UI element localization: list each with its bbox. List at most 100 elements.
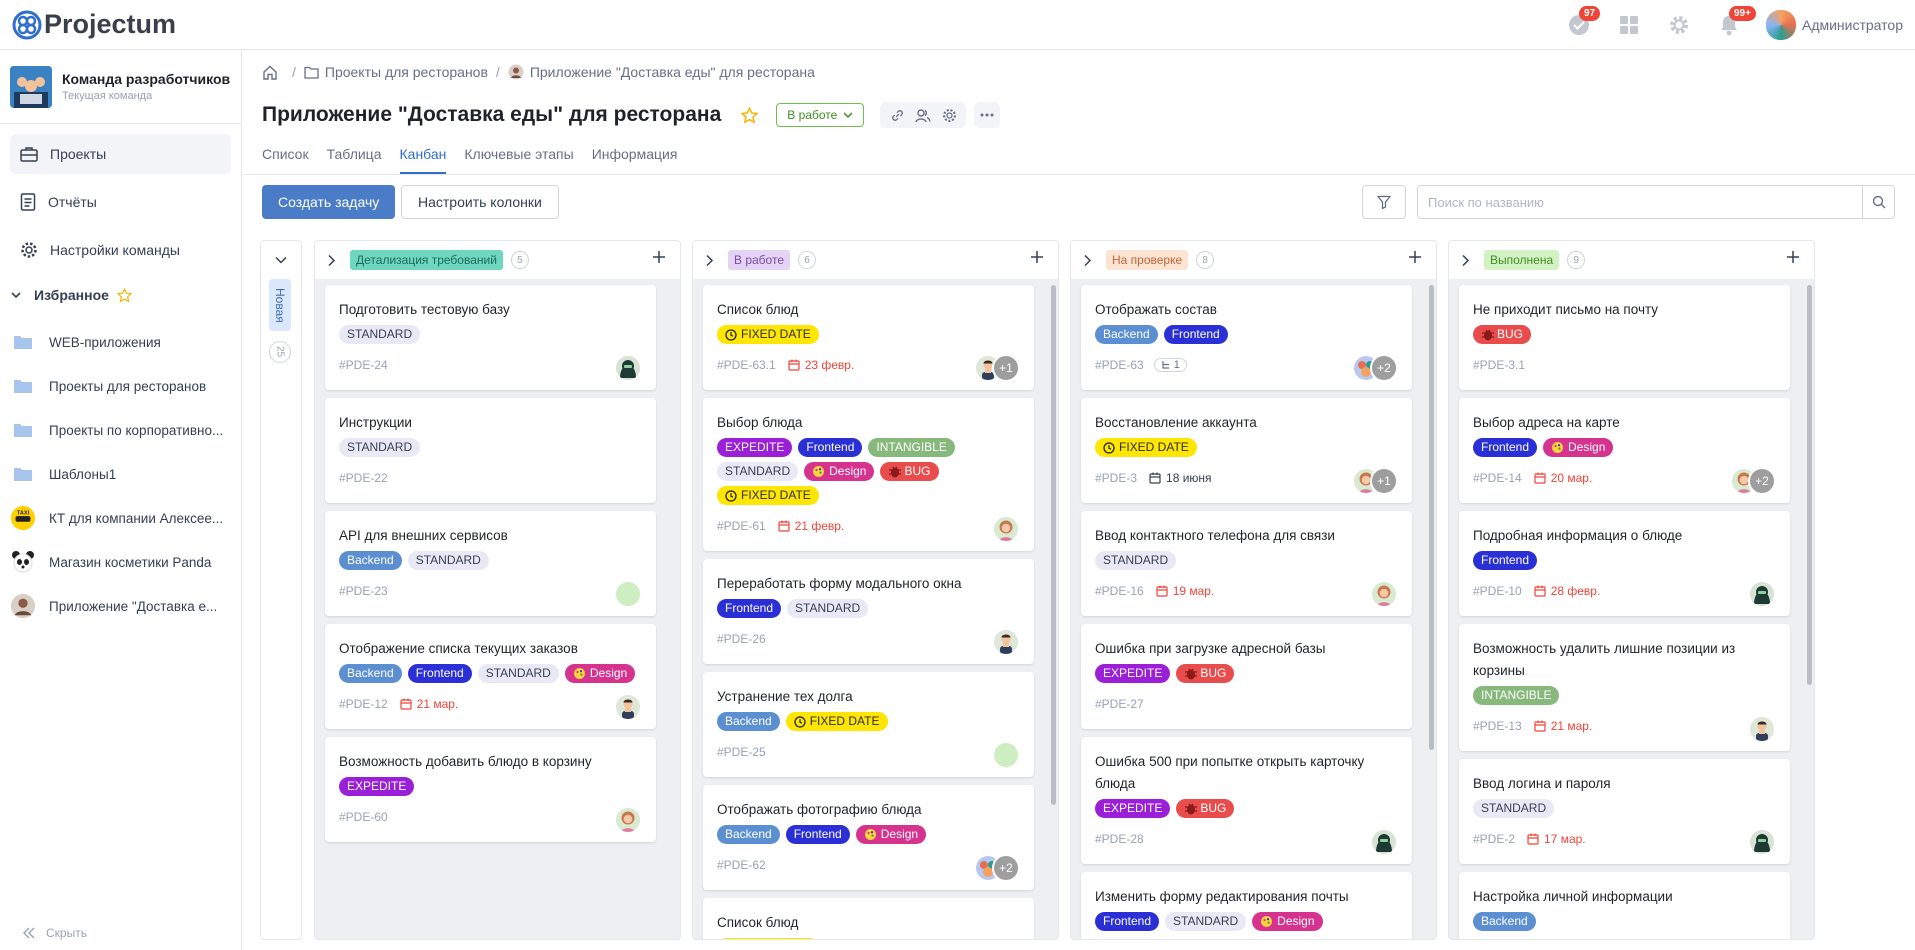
user-menu[interactable]: Администратор — [1765, 10, 1903, 40]
task-card[interactable]: Настройка личной информации Backend #PDE-4… — [1459, 872, 1790, 939]
task-card[interactable]: Отображать состав Backend Frontend #PDE-63 1… — [1081, 285, 1412, 390]
task-card[interactable]: Подробная информация о блюде Frontend #PDE… — [1459, 511, 1790, 616]
extra-assignees-count[interactable]: +1 — [992, 354, 1020, 382]
task-tags: Backend FIXED DATE — [717, 712, 1020, 736]
assignee-avatar[interactable] — [614, 354, 642, 382]
task-card[interactable]: Переработать форму модального окна Fronte… — [703, 559, 1034, 664]
tab-list[interactable]: Список — [262, 144, 309, 174]
task-card[interactable]: API для внешних сервисов Backend STANDARD #… — [325, 511, 656, 616]
favorite-item-alekseev-company[interactable]: TAXI КТ для компании Алексее... — [0, 496, 241, 540]
members-button[interactable] — [910, 108, 936, 123]
extra-assignees-count[interactable]: +2 — [1748, 467, 1776, 495]
gear-icon — [942, 108, 956, 122]
assignee-avatar[interactable] — [1748, 715, 1776, 743]
task-tags: Backend Frontend — [1095, 325, 1398, 349]
home-icon[interactable] — [262, 65, 278, 80]
extra-assignees-count[interactable]: +2 — [1370, 354, 1398, 382]
notifications-button[interactable]: 99+ — [1714, 6, 1756, 40]
task-card[interactable]: Изменить форму редактирования почты Front… — [1081, 872, 1412, 939]
chevron-right-icon[interactable] — [1461, 254, 1470, 267]
favorite-item-corporate-projects[interactable]: Проекты по корпоративно... — [0, 408, 241, 452]
task-tag-label: Backend — [1103, 327, 1150, 341]
chevron-right-icon[interactable] — [327, 254, 336, 267]
tab-kanban[interactable]: Канбан — [399, 144, 447, 174]
column-scrollbar[interactable] — [1807, 285, 1812, 685]
more-actions-button[interactable] — [974, 102, 1001, 128]
task-card[interactable]: Отображать фотографию блюда Backend Fronte… — [703, 785, 1034, 890]
task-card[interactable]: Устранение тех долга Backend FIXED DATE #PD… — [703, 672, 1034, 777]
assignee-avatar[interactable] — [1748, 580, 1776, 608]
collapsed-column-new[interactable]: Новая 25 — [260, 240, 302, 940]
task-card[interactable]: Инструкции STANDARD #PDE-22 — [325, 398, 656, 503]
sidebar-item-projects[interactable]: Проекты — [10, 134, 231, 174]
tab-info[interactable]: Информация — [592, 144, 678, 174]
task-title: Список блюд — [717, 302, 799, 317]
task-id: #PDE-10 — [1473, 584, 1522, 598]
sidebar-item-reports[interactable]: Отчёты — [10, 182, 231, 222]
task-card[interactable]: Ошибка 500 при попытке открыть карточку … — [1081, 737, 1412, 864]
assignee-avatar[interactable] — [992, 741, 1020, 769]
task-card[interactable]: Возможность добавить блюдо в корзину EXPE… — [325, 737, 656, 842]
task-tag: Backend — [1095, 325, 1158, 344]
settings-button[interactable] — [1664, 10, 1694, 40]
favorite-item-web-apps[interactable]: WEB-приложения — [0, 320, 241, 364]
filter-button[interactable] — [1362, 185, 1406, 219]
task-card[interactable]: Подготовить тестовую базу STANDARD #PDE-24 — [325, 285, 656, 390]
task-card[interactable]: Не приходит письмо на почту BUG #PDE-3.1 — [1459, 285, 1790, 390]
column-name: Детализация требований — [350, 250, 503, 270]
favorite-star-icon[interactable] — [741, 106, 759, 124]
tab-milestones[interactable]: Ключевые этапы — [464, 144, 573, 174]
task-card[interactable]: Восстановление аккаунта FIXED DATE #PDE-3 1… — [1081, 398, 1412, 503]
search-button[interactable] — [1862, 186, 1894, 218]
breadcrumb-project[interactable]: Приложение "Доставка еды" для ресторана — [530, 64, 815, 80]
assignee-avatar[interactable] — [1748, 828, 1776, 856]
assignee-avatar[interactable] — [1370, 828, 1398, 856]
chevron-right-icon[interactable] — [1083, 254, 1092, 267]
assignee-avatar[interactable] — [992, 515, 1020, 543]
search-input[interactable] — [1418, 186, 1862, 218]
task-card[interactable]: Ввод логина и пароля STANDARD #PDE-2 17 мар… — [1459, 759, 1790, 864]
breadcrumb-folder[interactable]: Проекты для ресторанов — [325, 64, 488, 80]
apps-button[interactable] — [1614, 10, 1644, 40]
app-logo[interactable]: Projectum — [12, 9, 176, 40]
assignee-avatar[interactable] — [614, 806, 642, 834]
favorite-item-panda-cosmetics[interactable]: Магазин косметики Panda — [0, 540, 241, 584]
task-card[interactable]: Ошибка при загрузке адресной базы EXPEDIT… — [1081, 624, 1412, 729]
team-switcher[interactable]: Команда разработчиков Текущая команда — [0, 50, 241, 124]
task-card[interactable]: Выбор адреса на карте Frontend Design #PDE-… — [1459, 398, 1790, 503]
chevron-down-icon[interactable] — [275, 255, 287, 265]
task-card[interactable]: Отображение списка текущих заказов Backen… — [325, 624, 656, 729]
tabs-divider — [242, 174, 1915, 175]
task-card[interactable]: Список блюд FIXED DATE — [703, 898, 1034, 939]
chevron-right-icon[interactable] — [705, 254, 714, 267]
task-card[interactable]: Возможность удалить лишние позиции из ко… — [1459, 624, 1790, 751]
configure-columns-button[interactable]: Настроить колонки — [401, 185, 559, 219]
add-task-button[interactable] — [1030, 250, 1044, 264]
copy-link-button[interactable] — [884, 108, 910, 123]
collapse-sidebar-button[interactable]: Скрыть — [22, 926, 87, 940]
extra-assignees-count[interactable]: +1 — [1370, 467, 1398, 495]
create-task-button[interactable]: Создать задачу — [262, 185, 396, 219]
favorites-header[interactable]: Избранное — [0, 278, 241, 312]
tab-table[interactable]: Таблица — [327, 144, 382, 174]
assignee-avatar[interactable] — [614, 693, 642, 721]
add-task-button[interactable] — [1786, 250, 1800, 264]
project-settings-button[interactable] — [936, 108, 962, 123]
column-scrollbar[interactable] — [1429, 285, 1434, 750]
favorite-item-food-delivery[interactable]: Приложение "Доставка е... — [0, 584, 241, 628]
favorite-item-templates[interactable]: Шаблоны1 — [0, 452, 241, 496]
add-task-button[interactable] — [1408, 250, 1422, 264]
sidebar-item-team-settings[interactable]: Настройки команды — [10, 230, 231, 270]
tasks-button[interactable]: 97 — [1564, 6, 1601, 40]
assignee-avatar[interactable] — [992, 628, 1020, 656]
task-card[interactable]: Выбор блюда EXPEDITE Frontend INTANGIBLE STA… — [703, 398, 1034, 551]
assignee-avatar[interactable] — [1370, 580, 1398, 608]
add-task-button[interactable] — [652, 250, 666, 264]
project-status-dropdown[interactable]: В работе — [776, 103, 865, 127]
assignee-avatar[interactable] — [614, 580, 642, 608]
favorite-item-restaurant-projects[interactable]: Проекты для ресторанов — [0, 364, 241, 408]
column-scrollbar[interactable] — [1051, 285, 1056, 805]
task-card[interactable]: Ввод контактного телефона для связи STAND… — [1081, 511, 1412, 616]
task-card[interactable]: Список блюд FIXED DATE #PDE-63.1 23 февр. +1 — [703, 285, 1034, 390]
extra-assignees-count[interactable]: +2 — [992, 854, 1020, 882]
